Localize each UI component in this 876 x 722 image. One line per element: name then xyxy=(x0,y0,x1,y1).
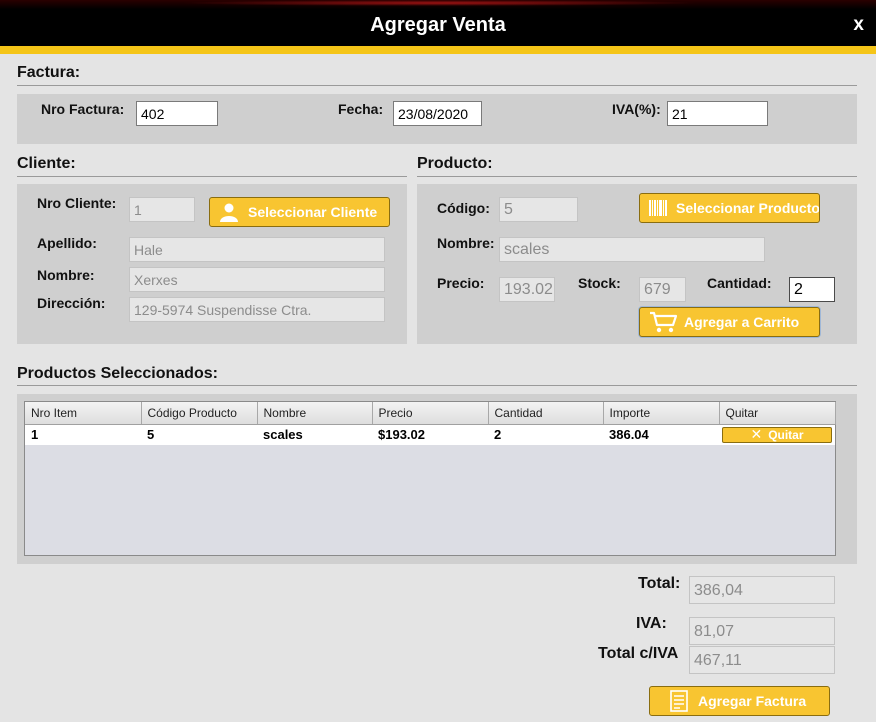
seleccionar-cliente-button[interactable]: Seleccionar Cliente xyxy=(209,197,390,227)
codigo-field: 5 xyxy=(499,197,578,222)
column-header[interactable]: Quitar xyxy=(719,402,836,425)
accent-bar xyxy=(0,46,876,54)
direccion-label: Dirección: xyxy=(37,295,106,311)
invoice-icon xyxy=(668,690,690,712)
seleccionados-divider xyxy=(17,385,857,386)
iva-percent-field[interactable]: 21 xyxy=(667,101,768,126)
user-icon xyxy=(218,201,240,223)
cliente-divider xyxy=(17,176,407,177)
fecha-label: Fecha: xyxy=(338,101,384,117)
cell-nombre: scales xyxy=(257,424,372,445)
cell-importe: 386.04 xyxy=(603,424,719,445)
stock-field: 679 xyxy=(639,277,686,302)
stock-label: Stock: xyxy=(578,275,621,291)
column-header[interactable]: Nombre xyxy=(257,402,373,425)
agregar-carrito-button[interactable]: Agregar a Carrito xyxy=(639,307,820,337)
cantidad-label: Cantidad: xyxy=(707,275,772,291)
close-icon: ✕ xyxy=(750,426,763,443)
cart-icon xyxy=(648,311,678,333)
productos-table[interactable]: Nro Item Código Producto Nombre Precio C… xyxy=(24,401,836,556)
total-field: 386,04 xyxy=(689,576,835,604)
iva-field: 81,07 xyxy=(689,617,835,645)
quitar-button[interactable]: ✕ Quitar xyxy=(722,426,832,443)
nombre-producto-label: Nombre: xyxy=(437,235,495,251)
iva-percent-label: IVA(%): xyxy=(612,101,661,117)
producto-divider xyxy=(417,176,857,177)
total-label: Total: xyxy=(638,575,681,592)
apellido-label: Apellido: xyxy=(37,235,97,251)
quitar-label: Quitar xyxy=(768,427,804,442)
total-iva-field: 467,11 xyxy=(689,646,835,674)
producto-section-title: Producto: xyxy=(417,155,493,172)
seleccionar-producto-button[interactable]: Seleccionar Producto xyxy=(639,193,820,223)
precio-field: 193.02 xyxy=(499,277,555,302)
nro-cliente-label: Nro Cliente: xyxy=(37,195,117,211)
nombre-cliente-label: Nombre: xyxy=(37,267,95,283)
cell-item: 1 xyxy=(25,424,141,445)
iva-label: IVA: xyxy=(636,615,667,632)
seleccionar-producto-label: Seleccionar Producto xyxy=(676,200,820,216)
agregar-carrito-label: Agregar a Carrito xyxy=(684,314,800,330)
factura-section-title: Factura: xyxy=(17,64,81,81)
window-title: Agregar Venta xyxy=(370,14,506,36)
nro-factura-field[interactable]: 402 xyxy=(136,101,218,126)
table-header-row: Nro Item Código Producto Nombre Precio C… xyxy=(25,402,836,425)
column-header[interactable]: Código Producto xyxy=(141,402,258,425)
codigo-label: Código: xyxy=(437,200,490,216)
seleccionados-section-title: Productos Seleccionados: xyxy=(17,365,218,382)
agregar-factura-button[interactable]: Agregar Factura xyxy=(649,686,830,716)
title-glow xyxy=(180,0,700,6)
apellido-field: Hale xyxy=(129,237,385,262)
table-row[interactable]: 1 5 scales $193.02 2 386.04 ✕ Quitar xyxy=(25,424,835,445)
precio-label: Precio: xyxy=(437,275,485,291)
cell-precio: $193.02 xyxy=(372,424,488,445)
nro-cliente-field: 1 xyxy=(129,197,195,222)
total-iva-label: Total c/IVA xyxy=(598,645,679,662)
column-header[interactable]: Cantidad xyxy=(488,402,604,425)
nombre-cliente-field: Xerxes xyxy=(129,267,385,292)
nombre-producto-field: scales xyxy=(499,237,765,262)
column-header[interactable]: Precio xyxy=(372,402,489,425)
cliente-section-title: Cliente: xyxy=(17,155,76,172)
direccion-field: 129-5974 Suspendisse Ctra. xyxy=(129,297,385,322)
cell-cantidad: 2 xyxy=(488,424,603,445)
close-button[interactable]: x xyxy=(853,14,864,36)
title-bar: Agregar Venta x xyxy=(0,0,876,46)
column-header[interactable]: Importe xyxy=(603,402,720,425)
barcode-icon xyxy=(648,197,668,219)
column-header[interactable]: Nro Item xyxy=(25,402,142,425)
cantidad-field[interactable]: 2 xyxy=(789,277,835,302)
seleccionar-cliente-label: Seleccionar Cliente xyxy=(248,204,378,220)
cell-codigo: 5 xyxy=(141,424,257,445)
fecha-field[interactable]: 23/08/2020 xyxy=(393,101,482,126)
agregar-factura-label: Agregar Factura xyxy=(698,693,807,709)
factura-divider xyxy=(17,85,857,86)
nro-factura-label: Nro Factura: xyxy=(41,101,125,117)
cell-quitar: ✕ Quitar xyxy=(719,424,835,445)
